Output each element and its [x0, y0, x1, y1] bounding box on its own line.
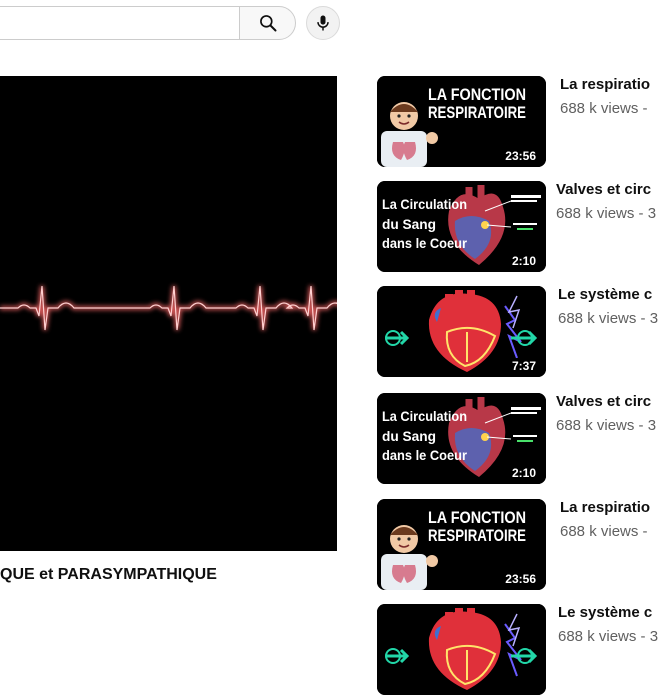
related-video-meta: 688 k views - 3 — [558, 628, 658, 645]
duration-badge: 2:10 — [507, 253, 540, 269]
related-video-title[interactable]: La respiratio — [560, 499, 650, 516]
related-video-title[interactable]: Le système c — [558, 286, 652, 303]
video-player[interactable] — [0, 76, 337, 551]
video-title: QUE et PARASYMPATHIQUE — [0, 566, 217, 583]
related-video-meta: 688 k views - 3 — [558, 310, 658, 327]
video-thumbnail[interactable]: LA FONCTION RESPIRATOIRE 23:56 — [377, 499, 546, 590]
related-video-meta: 688 k views - 3 — [556, 205, 657, 222]
video-thumbnail[interactable]: La Circulation du Sang dans le Coeur 2:10 — [377, 181, 546, 272]
thumb-line-3: dans le Coeur — [382, 447, 467, 463]
ecg-trace — [0, 285, 337, 331]
search-input[interactable] — [0, 6, 240, 40]
thumb-line-1: LA FONCTION — [428, 85, 526, 104]
related-video-title[interactable]: Valves et circ — [556, 393, 651, 410]
duration-badge: 23:56 — [501, 148, 540, 164]
thumb-line-3: dans le Coeur — [382, 235, 467, 251]
related-video-title[interactable]: Valves et circ — [556, 181, 651, 198]
video-thumbnail[interactable] — [377, 604, 546, 695]
related-video-title[interactable]: Le système c — [558, 604, 652, 621]
ecg-waveform — [0, 285, 337, 331]
related-video-meta: 688 k views - — [560, 100, 648, 117]
related-video-meta: 688 k views - — [560, 523, 648, 540]
thumb-line-2: du Sang — [382, 428, 436, 444]
video-thumbnail[interactable]: La Circulation du Sang dans le Coeur 2:10 — [377, 393, 546, 484]
thumb-line-2: RESPIRATOIRE — [428, 103, 526, 122]
thumb-line-2: du Sang — [382, 216, 436, 232]
voice-search-button[interactable] — [306, 6, 340, 40]
duration-badge: 7:37 — [507, 358, 540, 374]
microphone-icon — [317, 15, 329, 31]
related-video-item[interactable]: Le système c 688 k views - 3 — [376, 604, 658, 696]
related-video-item[interactable]: La Circulation du Sang dans le Coeur 2:10 Va… — [376, 181, 658, 273]
thumb-line-2: RESPIRATOIRE — [428, 526, 526, 545]
search-icon — [259, 15, 276, 32]
related-video-item[interactable]: LA FONCTION RESPIRATOIRE 23:56 La respirati… — [376, 499, 658, 591]
related-video-item[interactable]: 7:37 Le système c 688 k views - 3 — [376, 286, 658, 378]
related-video-item[interactable]: LA FONCTION RESPIRATOIRE 23:56 La respirati… — [376, 76, 658, 168]
related-video-meta: 688 k views - 3 — [556, 417, 657, 434]
duration-badge: 23:56 — [501, 571, 540, 587]
search-button[interactable] — [239, 6, 296, 40]
thumb-line-1: La Circulation — [382, 196, 467, 212]
duration-badge: 2:10 — [507, 465, 540, 481]
video-thumbnail[interactable]: LA FONCTION RESPIRATOIRE 23:56 — [377, 76, 546, 167]
thumb-line-1: LA FONCTION — [428, 508, 526, 527]
thumb-line-1: La Circulation — [382, 408, 467, 424]
related-video-title[interactable]: La respiratio — [560, 76, 650, 93]
related-video-item[interactable]: La Circulation du Sang dans le Coeur 2:10 Va… — [376, 393, 658, 485]
video-thumbnail[interactable]: 7:37 — [377, 286, 546, 377]
